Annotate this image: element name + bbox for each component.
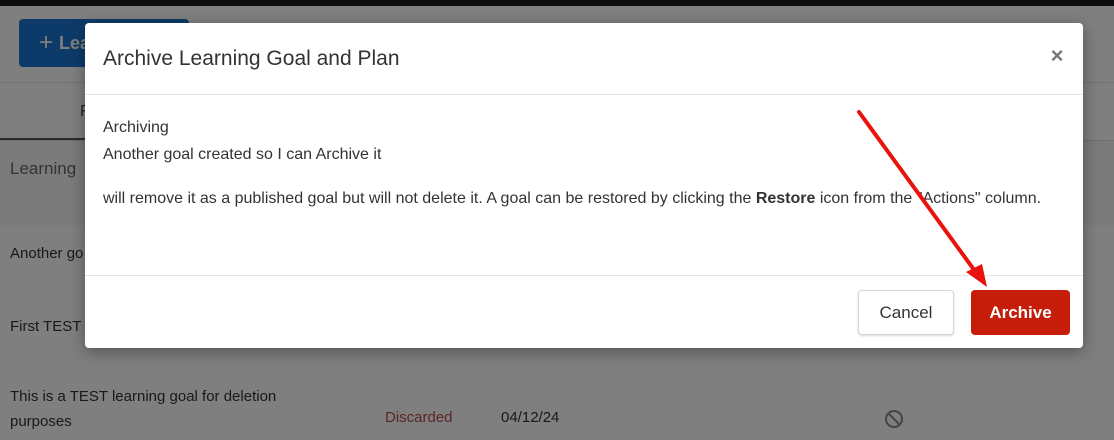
body-text-after: icon from the "Actions" column. — [815, 190, 1042, 207]
cancel-button[interactable]: Cancel — [858, 290, 954, 335]
body-explanation: will remove it as a published goal but w… — [103, 185, 1053, 212]
body-goal-name: Another goal created so I can Archive it — [103, 146, 382, 163]
dialog-footer: Cancel Archive — [85, 275, 1083, 349]
close-icon[interactable]: × — [1047, 43, 1067, 69]
dialog-body: Archiving Another goal created so I can … — [103, 114, 1053, 212]
archive-button[interactable]: Archive — [971, 290, 1070, 335]
dialog-title: Archive Learning Goal and Plan — [103, 47, 400, 70]
body-text-before: will remove it as a published goal but w… — [103, 190, 756, 207]
body-restore-bold: Restore — [755, 190, 816, 207]
archive-dialog: Archive Learning Goal and Plan × Archivi… — [85, 23, 1083, 348]
dialog-header: Archive Learning Goal and Plan × — [85, 23, 1083, 95]
body-line-archiving: Archiving — [103, 119, 169, 136]
